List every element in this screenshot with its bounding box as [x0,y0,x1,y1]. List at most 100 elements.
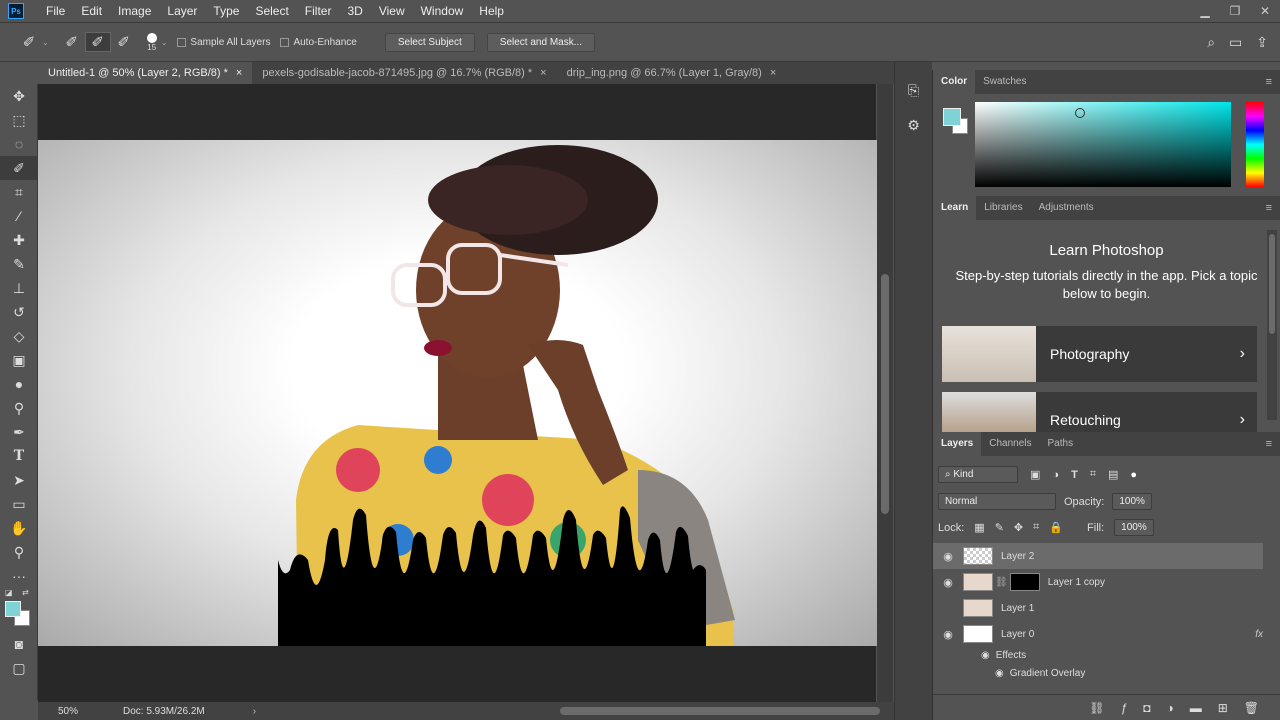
menu-type[interactable]: Type [205,0,247,22]
screen-mode-icon[interactable]: ▢ [0,656,38,680]
card-photography[interactable]: Photography › [942,326,1257,382]
tab-drip[interactable]: drip_ing.png @ 66.7% (Layer 1, Gray/8) × [557,62,787,84]
eye-icon[interactable]: ◉ [933,576,963,589]
tab-channels[interactable]: Channels [981,432,1039,456]
gradient-overlay-row[interactable]: ◉ Gradient Overlay [995,668,1085,679]
vertical-scrollbar[interactable] [877,84,893,702]
close-icon[interactable]: × [540,62,546,84]
adjustment-filter-icon[interactable]: ◑ [1052,469,1059,481]
marquee-tool-icon[interactable]: ⬚ [0,108,38,132]
clone-stamp-tool-icon[interactable]: ⊥ [0,276,38,300]
properties-panel-icon[interactable]: ⚙ [895,117,932,134]
hue-slider[interactable] [1246,102,1264,187]
lock-all-icon[interactable]: 🔒 [1049,521,1063,534]
menu-view[interactable]: View [371,0,413,22]
more-tools-icon[interactable]: ··· [0,564,38,588]
card-retouching[interactable]: Retouching › [942,392,1257,432]
close-icon[interactable]: × [236,62,242,84]
tab-libraries[interactable]: Libraries [976,196,1030,220]
lock-artboard-icon[interactable]: ⌗ [1033,521,1039,534]
subtract-from-selection-icon[interactable]: ✐ [111,33,137,51]
type-tool-icon[interactable]: T [0,444,38,468]
layer-filter-dropdown[interactable]: ⌕ Kind [938,466,1018,483]
search-icon[interactable]: ⌕ [1207,34,1215,51]
default-colors-icon[interactable]: ◪ [5,588,13,597]
auto-enhance-checkbox[interactable]: Auto-Enhance [280,37,357,48]
sample-all-layers-checkbox[interactable]: Sample All Layers [177,37,270,48]
quick-mask-icon[interactable]: ◙ [0,632,38,656]
add-to-selection-icon[interactable]: ✐ [84,32,111,52]
horizontal-scrollbar[interactable] [270,703,881,719]
tab-color[interactable]: Color [933,70,976,94]
select-subject-button[interactable]: Select Subject [384,32,475,52]
minimize-icon[interactable]: ▁ [1190,4,1220,18]
menu-window[interactable]: Window [413,0,472,22]
tab-paths[interactable]: Paths [1040,432,1082,456]
workspace-icon[interactable]: ▭ [1229,34,1242,51]
move-tool-icon[interactable]: ✥ [0,84,38,108]
lock-pixels-icon[interactable]: ▦ [974,521,984,534]
layer-row-layer-1[interactable]: ◉ Layer 1 [933,595,1263,621]
status-menu-icon[interactable]: › [253,706,256,717]
menu-file[interactable]: File [38,0,73,22]
eye-icon[interactable]: ◉ [981,650,990,661]
chevron-down-icon[interactable]: ⌄ [161,38,168,47]
pen-tool-icon[interactable]: ✒ [0,420,38,444]
new-selection-icon[interactable]: ✐ [59,33,85,51]
smart-object-filter-icon[interactable]: ▤ [1108,468,1118,481]
gradient-tool-icon[interactable]: ▣ [0,348,38,372]
filter-toggle-icon[interactable]: ● [1130,469,1137,481]
eye-icon[interactable]: ◉ [995,668,1004,679]
foreground-color-swatch[interactable] [5,601,21,617]
rectangle-tool-icon[interactable]: ▭ [0,492,38,516]
menu-layer[interactable]: Layer [159,0,205,22]
healing-brush-tool-icon[interactable]: ✚ [0,228,38,252]
select-and-mask-button[interactable]: Select and Mask... [486,32,596,52]
eraser-tool-icon[interactable]: ◇ [0,324,38,348]
zoom-tool-icon[interactable]: ⚲ [0,540,38,564]
new-group-icon[interactable]: ▬ [1190,701,1202,715]
learn-scrollbar[interactable] [1267,230,1277,420]
menu-3d[interactable]: 3D [339,0,370,22]
color-field[interactable] [975,102,1231,187]
eyedropper-tool-icon[interactable]: ⁄ [0,204,38,228]
opacity-input[interactable]: 100% [1112,493,1152,510]
layer-row-layer-2[interactable]: ◉ Layer 2 [933,543,1263,569]
add-style-icon[interactable]: ƒ [1121,701,1128,715]
link-layers-icon[interactable]: ⛓ [1089,701,1104,715]
menu-help[interactable]: Help [471,0,512,22]
share-icon[interactable]: ⇪ [1256,34,1268,51]
menu-select[interactable]: Select [247,0,296,22]
brush-size-picker[interactable]: 15 [146,32,157,52]
fx-icon[interactable]: fx [1255,629,1263,640]
adjustment-layer-icon[interactable]: ◑ [1166,701,1173,715]
color-picker-handle[interactable] [1075,108,1085,118]
tab-swatches[interactable]: Swatches [975,70,1034,94]
panel-menu-icon[interactable]: ≡ [1266,202,1272,214]
blend-mode-dropdown[interactable]: Normal [938,493,1056,510]
add-mask-icon[interactable]: ◘ [1143,701,1150,715]
menu-edit[interactable]: Edit [73,0,110,22]
layer-row-layer-1-copy[interactable]: ◉ ⛓ Layer 1 copy [933,569,1263,595]
scroll-thumb[interactable] [560,707,881,715]
tab-pexels[interactable]: pexels-godisable-jacob-871495.jpg @ 16.7… [252,62,556,84]
blur-tool-icon[interactable]: ● [0,372,38,396]
scroll-thumb[interactable] [1269,234,1275,334]
fill-input[interactable]: 100% [1114,519,1154,536]
shape-filter-icon[interactable]: ⌗ [1090,468,1096,481]
layer-row-layer-0[interactable]: ◉ Layer 0 fx [933,621,1263,647]
close-icon[interactable]: × [770,62,776,84]
lock-paint-icon[interactable]: ✎ [995,521,1004,534]
tab-untitled-1[interactable]: Untitled-1 @ 50% (Layer 2, RGB/8) * × [38,62,253,84]
menu-image[interactable]: Image [110,0,159,22]
hand-tool-icon[interactable]: ✋ [0,516,38,540]
panel-menu-icon[interactable]: ≡ [1266,438,1272,450]
tab-learn[interactable]: Learn [933,196,977,220]
layer-mask-thumbnail[interactable] [1009,573,1040,591]
menu-filter[interactable]: Filter [297,0,340,22]
path-selection-tool-icon[interactable]: ➤ [0,468,38,492]
dodge-tool-icon[interactable]: ⚲ [0,396,38,420]
history-brush-tool-icon[interactable]: ↺ [0,300,38,324]
lasso-tool-icon[interactable]: ◌ [0,132,38,156]
zoom-level[interactable]: 50% [38,706,98,717]
